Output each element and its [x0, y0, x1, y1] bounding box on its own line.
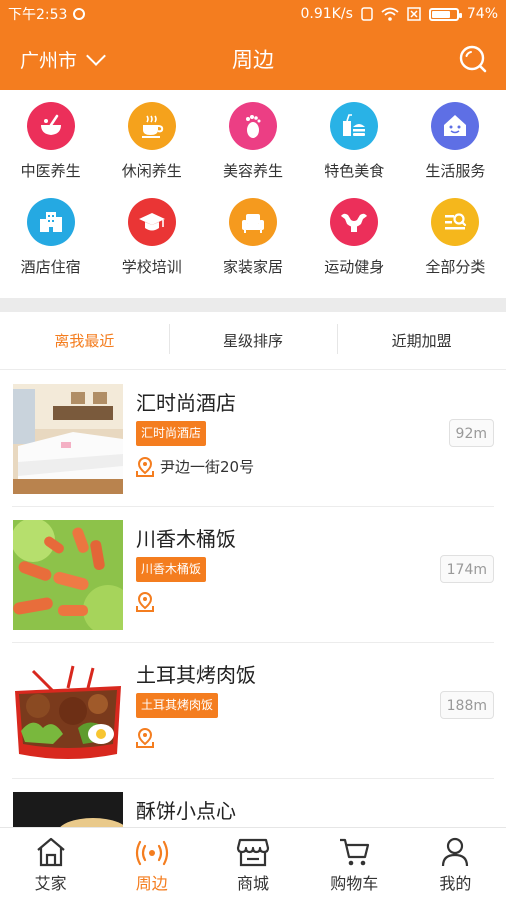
category-life-service[interactable]: 生活服务 [405, 102, 506, 198]
home-icon [36, 837, 65, 867]
tab-home[interactable]: 艾家 [0, 828, 101, 900]
category-grid: 中医养生 休闲养生 美容养生 特色美食 生活服务 酒店住宿 学校培训 家装家居 … [0, 90, 506, 298]
kebab-rice-photo [13, 656, 123, 766]
list-search-icon [431, 198, 480, 246]
tab-label: 购物车 [330, 874, 379, 893]
category-home-decor[interactable]: 家装家居 [202, 198, 303, 294]
tab-cart[interactable]: 购物车 [304, 828, 405, 900]
tab-label: 周边 [135, 874, 168, 893]
location-pin-icon [136, 728, 154, 748]
wifi-icon [381, 7, 399, 21]
category-label: 特色美食 [324, 162, 385, 180]
category-label: 酒店住宿 [20, 258, 81, 276]
house-face-icon [431, 102, 480, 150]
cart-icon [340, 838, 370, 866]
category-hotel[interactable]: 酒店住宿 [0, 198, 101, 294]
location-pin-icon [136, 456, 154, 477]
shop-tag: 土耳其烤肉饭 [136, 693, 219, 718]
category-food[interactable]: 特色美食 [304, 102, 405, 198]
sort-bar: 离我最近 星级排序 近期加盟 [0, 312, 506, 370]
category-fitness[interactable]: 运动健身 [304, 198, 405, 294]
tab-me[interactable]: 我的 [405, 828, 506, 900]
shop-item[interactable]: 汇时尚酒店 汇时尚酒店 尹边一街20号 92m [12, 371, 494, 507]
category-label: 家装家居 [222, 258, 283, 276]
shop-location: 尹边一街20号 [136, 456, 254, 477]
category-label: 中医养生 [20, 162, 81, 180]
muscle-icon [330, 198, 379, 246]
shop-name: 汇时尚酒店 [136, 391, 236, 415]
pastry-photo [13, 792, 123, 827]
tab-nearby[interactable]: 周边 [101, 828, 202, 900]
nearby-signal-icon [135, 840, 168, 866]
shop-name: 酥饼小点心 [136, 799, 236, 823]
status-time: 下午2:53 [8, 7, 68, 23]
category-leisure[interactable]: 休闲养生 [101, 102, 202, 198]
network-speed: 0.91K/s [300, 6, 353, 22]
category-label: 全部分类 [425, 258, 486, 276]
category-label: 休闲养生 [121, 162, 182, 180]
shop-location [136, 728, 160, 748]
shop-distance: 92m [448, 419, 494, 447]
shop-address: 尹边一街20号 [160, 458, 255, 476]
category-tcm[interactable]: 中医养生 [0, 102, 101, 198]
data-sim-icon [361, 7, 373, 21]
graduation-cap-icon [127, 198, 176, 246]
shop-tag: 汇时尚酒店 [136, 421, 207, 446]
sort-tab-rating[interactable]: 星级排序 [168, 324, 338, 354]
tea-cup-icon [127, 102, 176, 150]
page-title: 周边 [232, 48, 274, 72]
sort-tab-nearest[interactable]: 离我最近 [0, 330, 169, 351]
foot-icon [228, 102, 277, 150]
section-divider [0, 298, 506, 312]
sort-tab-recent[interactable]: 近期加盟 [337, 324, 506, 354]
shop-name: 土耳其烤肉饭 [136, 663, 256, 687]
sim-card-icon [407, 7, 421, 21]
bowl-icon [26, 102, 75, 150]
notification-icon [73, 8, 86, 20]
category-label: 学校培训 [121, 258, 182, 276]
sofa-icon [228, 198, 277, 246]
shop-item[interactable]: 酥饼小点心 [12, 779, 494, 827]
shop-item[interactable]: 土耳其烤肉饭 土耳其烤肉饭 188m [12, 643, 494, 779]
store-icon [236, 838, 270, 867]
shop-list: 汇时尚酒店 汇时尚酒店 尹边一街20号 92m 川香木桶饭 川香木桶饭 174m… [0, 371, 506, 827]
tab-label: 我的 [439, 874, 472, 893]
location-pin-icon [136, 592, 154, 612]
status-bar: 下午2:53 0.91K/s 74% [0, 0, 506, 28]
shop-distance: 174m [439, 555, 494, 583]
person-icon [442, 837, 469, 867]
battery-percent: 74% [466, 6, 498, 22]
category-label: 美容养生 [222, 162, 283, 180]
shop-distance: 188m [439, 691, 494, 719]
app-header: 广州市 周边 [0, 28, 506, 90]
category-all[interactable]: 全部分类 [405, 198, 506, 294]
shop-item[interactable]: 川香木桶饭 川香木桶饭 174m [12, 507, 494, 643]
burger-drink-icon [330, 102, 379, 150]
sausage-dish-photo [13, 520, 123, 630]
battery-icon [428, 7, 462, 21]
building-icon [26, 198, 75, 246]
shop-location [136, 592, 160, 612]
tab-store[interactable]: 商城 [202, 828, 303, 900]
category-label: 生活服务 [425, 162, 486, 180]
category-label: 运动健身 [324, 258, 385, 276]
category-school[interactable]: 学校培训 [101, 198, 202, 294]
hotel-room-photo [13, 384, 123, 494]
shop-tag: 川香木桶饭 [136, 557, 207, 582]
tab-label: 商城 [237, 874, 270, 893]
tab-label: 艾家 [34, 874, 67, 893]
bottom-tab-bar: 艾家 周边 商城 购物车 我的 [0, 827, 506, 900]
search-icon[interactable] [458, 44, 488, 74]
shop-name: 川香木桶饭 [136, 527, 236, 551]
category-beauty[interactable]: 美容养生 [202, 102, 303, 198]
